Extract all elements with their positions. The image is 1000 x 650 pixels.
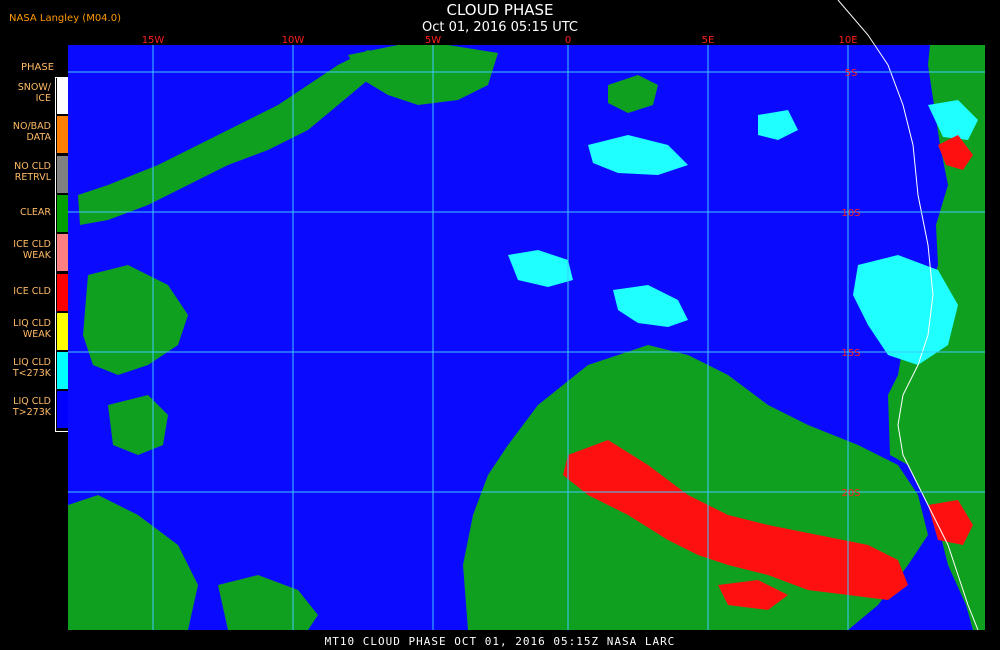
legend-label-line2: RETRVL xyxy=(14,171,51,183)
legend-label-line1: LIQ CLD xyxy=(13,396,51,408)
legend-label-line2: ICE xyxy=(35,93,51,104)
legend-item: LIQ CLD T<273K xyxy=(0,351,77,390)
map-timestamp: Oct 01, 2016 05:15 UTC xyxy=(422,20,578,35)
legend-item-label: NO/BAD DATA xyxy=(13,121,51,143)
legend-label-line1: SNOW/ xyxy=(17,82,51,93)
lon-label: 5E xyxy=(702,35,715,46)
legend-item: CLEAR xyxy=(0,194,77,233)
cloud-phase-map: 15W 10W 5W 0 5E 10E 5S 10S 15S 20S xyxy=(68,0,985,631)
legend-label-line1: NO CLD xyxy=(14,160,51,172)
legend-label-line1: ICE CLD xyxy=(13,239,51,251)
lon-label: 10E xyxy=(838,35,857,46)
legend-item: ICE CLD xyxy=(0,273,77,312)
legend-label-line1: LIQ CLD xyxy=(13,317,51,329)
legend-label-line1: LIQ CLD xyxy=(13,357,51,369)
legend-item: NO/BAD DATA xyxy=(0,115,77,154)
map-title: CLOUD PHASE xyxy=(446,1,554,19)
legend-label-line2: T<273K xyxy=(12,368,51,380)
legend-label-line2: WEAK xyxy=(22,250,51,262)
legend-label-line1: CLEAR xyxy=(19,206,51,218)
lon-label: 5W xyxy=(425,35,441,46)
legend-label-line1: ICE CLD xyxy=(13,285,51,297)
lat-label: 20S xyxy=(841,488,860,499)
legend-heading: PHASE xyxy=(21,62,55,73)
legend-item-label: ICE CLD xyxy=(13,286,51,297)
legend-item: ICE CLD WEAK xyxy=(0,233,77,272)
legend-label-line1: NO/BAD xyxy=(12,121,51,133)
legend-item: LIQ CLD T>273K xyxy=(0,390,77,429)
legend-item: LIQ CLD WEAK xyxy=(0,312,77,351)
legend-label-line2: T>273K xyxy=(12,407,51,419)
legend-label-line2: DATA xyxy=(26,132,51,144)
legend-label-line2: WEAK xyxy=(22,328,51,340)
legend-item-label: LIQ CLD T<273K xyxy=(13,357,51,379)
lon-label: 15W xyxy=(142,35,165,46)
footer-caption: MT10 CLOUD PHASE OCT 01, 2016 05:15Z NAS… xyxy=(324,635,676,648)
lat-label: 10S xyxy=(841,208,860,219)
legend-item-label: LIQ CLD WEAK xyxy=(13,318,51,340)
phase-legend: SNOW/ICE NO/BAD DATA NO CLD RETRVL CLEAR ICE C… xyxy=(0,76,77,432)
legend-item-label: CLEAR xyxy=(20,207,51,218)
legend-item: SNOW/ICE xyxy=(0,76,77,115)
provider-label: NASA Langley (M04.0) xyxy=(9,13,121,24)
legend-item: NO CLD RETRVL xyxy=(0,155,77,194)
lon-label: 0 xyxy=(565,35,571,46)
lat-label: 5S xyxy=(845,68,858,79)
legend-item-label: ICE CLD WEAK xyxy=(13,239,51,261)
legend-item-label: NO CLD RETRVL xyxy=(14,161,51,183)
lon-label: 10W xyxy=(282,35,305,46)
lat-label: 15S xyxy=(841,348,860,359)
legend-item-label: LIQ CLD T>273K xyxy=(13,396,51,418)
legend-item-label: SNOW/ICE xyxy=(18,82,51,104)
